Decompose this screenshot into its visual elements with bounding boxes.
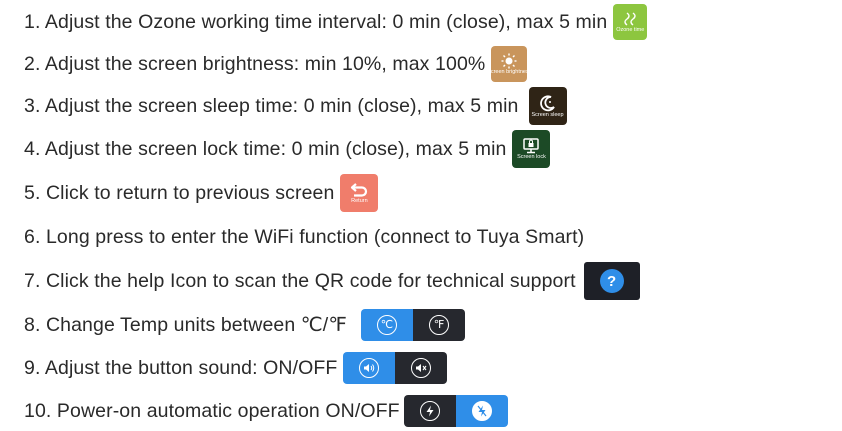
instruction-ozone-time: 1. Adjust the Ozone working time interva… bbox=[24, 2, 648, 42]
instruction-text: 7. Click the help Icon to scan the QR co… bbox=[24, 269, 576, 292]
instruction-text: 3. Adjust the screen sleep time: 0 min (… bbox=[24, 94, 519, 117]
temp-unit-toggle: ℃ ℉ bbox=[360, 309, 465, 341]
auto-run-toggle bbox=[403, 395, 508, 427]
auto-run-on-option bbox=[403, 395, 456, 427]
ozone-time-icon: Ozone time bbox=[613, 4, 648, 40]
help-glyph: ? bbox=[599, 269, 624, 293]
celsius-icon: ℃ bbox=[376, 315, 397, 335]
instruction-temp-units: 8. Change Temp units between ℃/℉ ℃ ℉ bbox=[24, 305, 465, 345]
instruction-text: 4. Adjust the screen lock time: 0 min (c… bbox=[24, 137, 507, 160]
instruction-wifi: 6. Long press to enter the WiFi function… bbox=[24, 217, 584, 257]
celsius-option: ℃ bbox=[360, 309, 413, 341]
speaker-on-icon bbox=[359, 358, 380, 378]
help-icon: ? bbox=[583, 262, 640, 300]
sound-on-option bbox=[343, 352, 396, 384]
sound-toggle bbox=[343, 352, 448, 384]
fahrenheit-icon: ℉ bbox=[428, 315, 449, 335]
sound-off-option bbox=[395, 352, 448, 384]
power-off-icon bbox=[471, 401, 492, 421]
instruction-text: 8. Change Temp units between ℃/℉ bbox=[24, 314, 347, 336]
instruction-screen-brightness: 2. Adjust the screen brightness: min 10%… bbox=[24, 44, 532, 84]
instruction-help: 7. Click the help Icon to scan the QR co… bbox=[24, 261, 640, 301]
return-icon: Return bbox=[340, 174, 379, 212]
screen-sleep-icon: Screen sleep bbox=[528, 87, 567, 125]
screen-brightness-icon: Screen brightness bbox=[487, 46, 532, 82]
instruction-text: 1. Adjust the Ozone working time interva… bbox=[24, 10, 608, 33]
instruction-text: 9. Adjust the button sound: ON/OFF bbox=[24, 356, 338, 379]
fahrenheit-option: ℉ bbox=[412, 309, 465, 341]
power-bolt-icon bbox=[419, 401, 440, 421]
instruction-auto-operation: 10. Power-on automatic operation ON/OFF bbox=[24, 391, 508, 431]
instruction-text: 2. Adjust the screen brightness: min 10%… bbox=[24, 52, 486, 75]
auto-run-off-option bbox=[455, 395, 508, 427]
instruction-text: 5. Click to return to previous screen bbox=[24, 181, 335, 204]
instruction-button-sound: 9. Adjust the button sound: ON/OFF bbox=[24, 348, 448, 388]
instruction-text: 6. Long press to enter the WiFi function… bbox=[24, 225, 585, 248]
instruction-screen-sleep: 3. Adjust the screen sleep time: 0 min (… bbox=[24, 86, 567, 126]
instruction-return: 5. Click to return to previous screen Re… bbox=[24, 173, 379, 213]
screen-lock-icon: Screen lock bbox=[512, 130, 551, 168]
speaker-mute-icon bbox=[411, 358, 432, 378]
instruction-text: 10. Power-on automatic operation ON/OFF bbox=[24, 399, 400, 422]
instruction-screen-lock: 4. Adjust the screen lock time: 0 min (c… bbox=[24, 129, 551, 169]
